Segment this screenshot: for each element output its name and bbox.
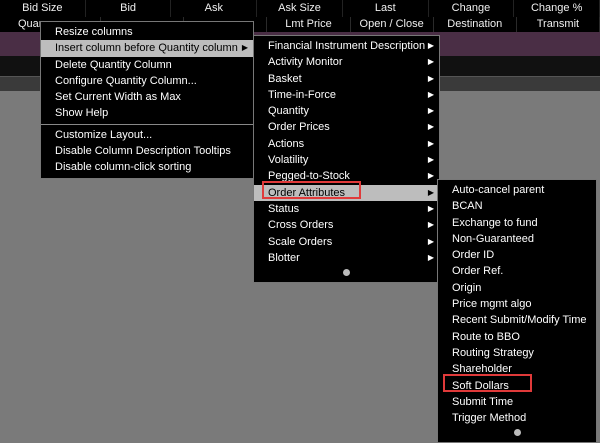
chevron-right-icon: ▶ <box>241 43 248 53</box>
attr-item-origin[interactable]: Origin <box>438 280 596 296</box>
chevron-right-icon: ▶ <box>427 220 434 230</box>
submenu-item-activity-monitor[interactable]: Activity Monitor ▶ <box>254 54 439 70</box>
submenu-item-time-in-force[interactable]: Time-in-Force ▶ <box>254 87 439 103</box>
chevron-right-icon: ▶ <box>427 73 434 83</box>
column-header-change[interactable]: Change <box>429 0 515 17</box>
more-items-indicator[interactable] <box>438 426 596 440</box>
column-header-change-pct[interactable]: Change % <box>514 0 600 17</box>
submenu-item-cross-orders[interactable]: Cross Orders ▶ <box>254 217 439 233</box>
attr-item-order-id[interactable]: Order ID <box>438 247 596 263</box>
submenu-item-order-prices[interactable]: Order Prices ▶ <box>254 119 439 135</box>
attr-item-order-ref[interactable]: Order Ref. <box>438 263 596 279</box>
order-attributes-submenu: Auto-cancel parent BCAN Exchange to fund… <box>437 179 597 443</box>
submenu-item-blotter[interactable]: Blotter ▶ <box>254 250 439 266</box>
column-header-open-close[interactable]: Open / Close <box>351 17 434 32</box>
menu-separator <box>41 123 253 125</box>
submenu-item-scale-orders[interactable]: Scale Orders ▶ <box>254 234 439 250</box>
chevron-right-icon: ▶ <box>427 171 434 181</box>
submenu-item-quantity[interactable]: Quantity ▶ <box>254 103 439 119</box>
menu-item-delete-column[interactable]: Delete Quantity Column <box>41 57 253 73</box>
submenu-item-basket[interactable]: Basket ▶ <box>254 71 439 87</box>
menu-item-disable-tooltips[interactable]: Disable Column Description Tooltips <box>41 143 253 159</box>
scroll-more-icon <box>513 429 521 437</box>
column-header-row: Bid Size Bid Ask Ask Size Last Change Ch… <box>0 0 600 17</box>
attr-item-submit-time[interactable]: Submit Time <box>438 394 596 410</box>
column-header-ask[interactable]: Ask <box>171 0 258 17</box>
submenu-item-actions[interactable]: Actions ▶ <box>254 136 439 152</box>
menu-item-configure-column[interactable]: Configure Quantity Column... <box>41 73 253 89</box>
menu-item-insert-column[interactable]: Insert column before Quantity column ▶ <box>41 40 253 57</box>
attr-item-non-guaranteed[interactable]: Non-Guaranteed <box>438 231 596 247</box>
menu-item-set-width-max[interactable]: Set Current Width as Max <box>41 89 253 105</box>
column-header-destination[interactable]: Destination <box>434 17 517 32</box>
attr-item-routing-strategy[interactable]: Routing Strategy <box>438 345 596 361</box>
chevron-right-icon: ▶ <box>427 122 434 132</box>
attr-item-price-mgmt-algo[interactable]: Price mgmt algo <box>438 296 596 312</box>
submenu-item-financial-instrument[interactable]: Financial Instrument Description ▶ <box>254 38 439 54</box>
attr-item-auto-cancel-parent[interactable]: Auto-cancel parent <box>438 182 596 198</box>
column-header-bid-size[interactable]: Bid Size <box>0 0 86 17</box>
submenu-item-status[interactable]: Status ▶ <box>254 201 439 217</box>
attr-item-recent-submit-modify-time[interactable]: Recent Submit/Modify Time <box>438 312 596 328</box>
highlight-box-order-attributes <box>262 181 361 199</box>
attr-item-route-to-bbo[interactable]: Route to BBO <box>438 329 596 345</box>
column-category-submenu: Financial Instrument Description ▶ Activi… <box>253 35 440 284</box>
more-items-indicator[interactable] <box>254 266 439 280</box>
attr-item-exchange-to-fund[interactable]: Exchange to fund <box>438 215 596 231</box>
chevron-right-icon: ▶ <box>427 57 434 67</box>
menu-item-show-help[interactable]: Show Help <box>41 105 253 121</box>
menu-item-customize-layout[interactable]: Customize Layout... <box>41 127 253 143</box>
chevron-right-icon: ▶ <box>427 41 434 50</box>
menu-item-resize-columns[interactable]: Resize columns <box>41 24 253 40</box>
column-header-ask-size[interactable]: Ask Size <box>257 0 343 17</box>
attr-item-trigger-method[interactable]: Trigger Method <box>438 410 596 426</box>
attr-item-bcan[interactable]: BCAN <box>438 198 596 214</box>
menu-item-disable-sorting[interactable]: Disable column-click sorting <box>41 159 253 175</box>
highlight-box-soft-dollars <box>443 374 532 392</box>
chevron-right-icon: ▶ <box>427 252 434 262</box>
chevron-right-icon: ▶ <box>427 236 434 246</box>
chevron-right-icon: ▶ <box>427 89 434 99</box>
scroll-more-icon <box>343 269 350 277</box>
chevron-right-icon: ▶ <box>427 187 434 197</box>
chevron-right-icon: ▶ <box>427 138 434 148</box>
column-header-transmit[interactable]: Transmit <box>517 17 600 32</box>
column-context-menu: Resize columns Insert column before Quan… <box>40 21 254 179</box>
column-header-last[interactable]: Last <box>343 0 429 17</box>
submenu-item-volatility[interactable]: Volatility ▶ <box>254 152 439 168</box>
chevron-right-icon: ▶ <box>427 155 434 165</box>
chevron-right-icon: ▶ <box>427 203 434 213</box>
column-header-bid[interactable]: Bid <box>86 0 172 17</box>
chevron-right-icon: ▶ <box>427 106 434 116</box>
column-header-lmt-price[interactable]: Lmt Price <box>267 17 351 32</box>
